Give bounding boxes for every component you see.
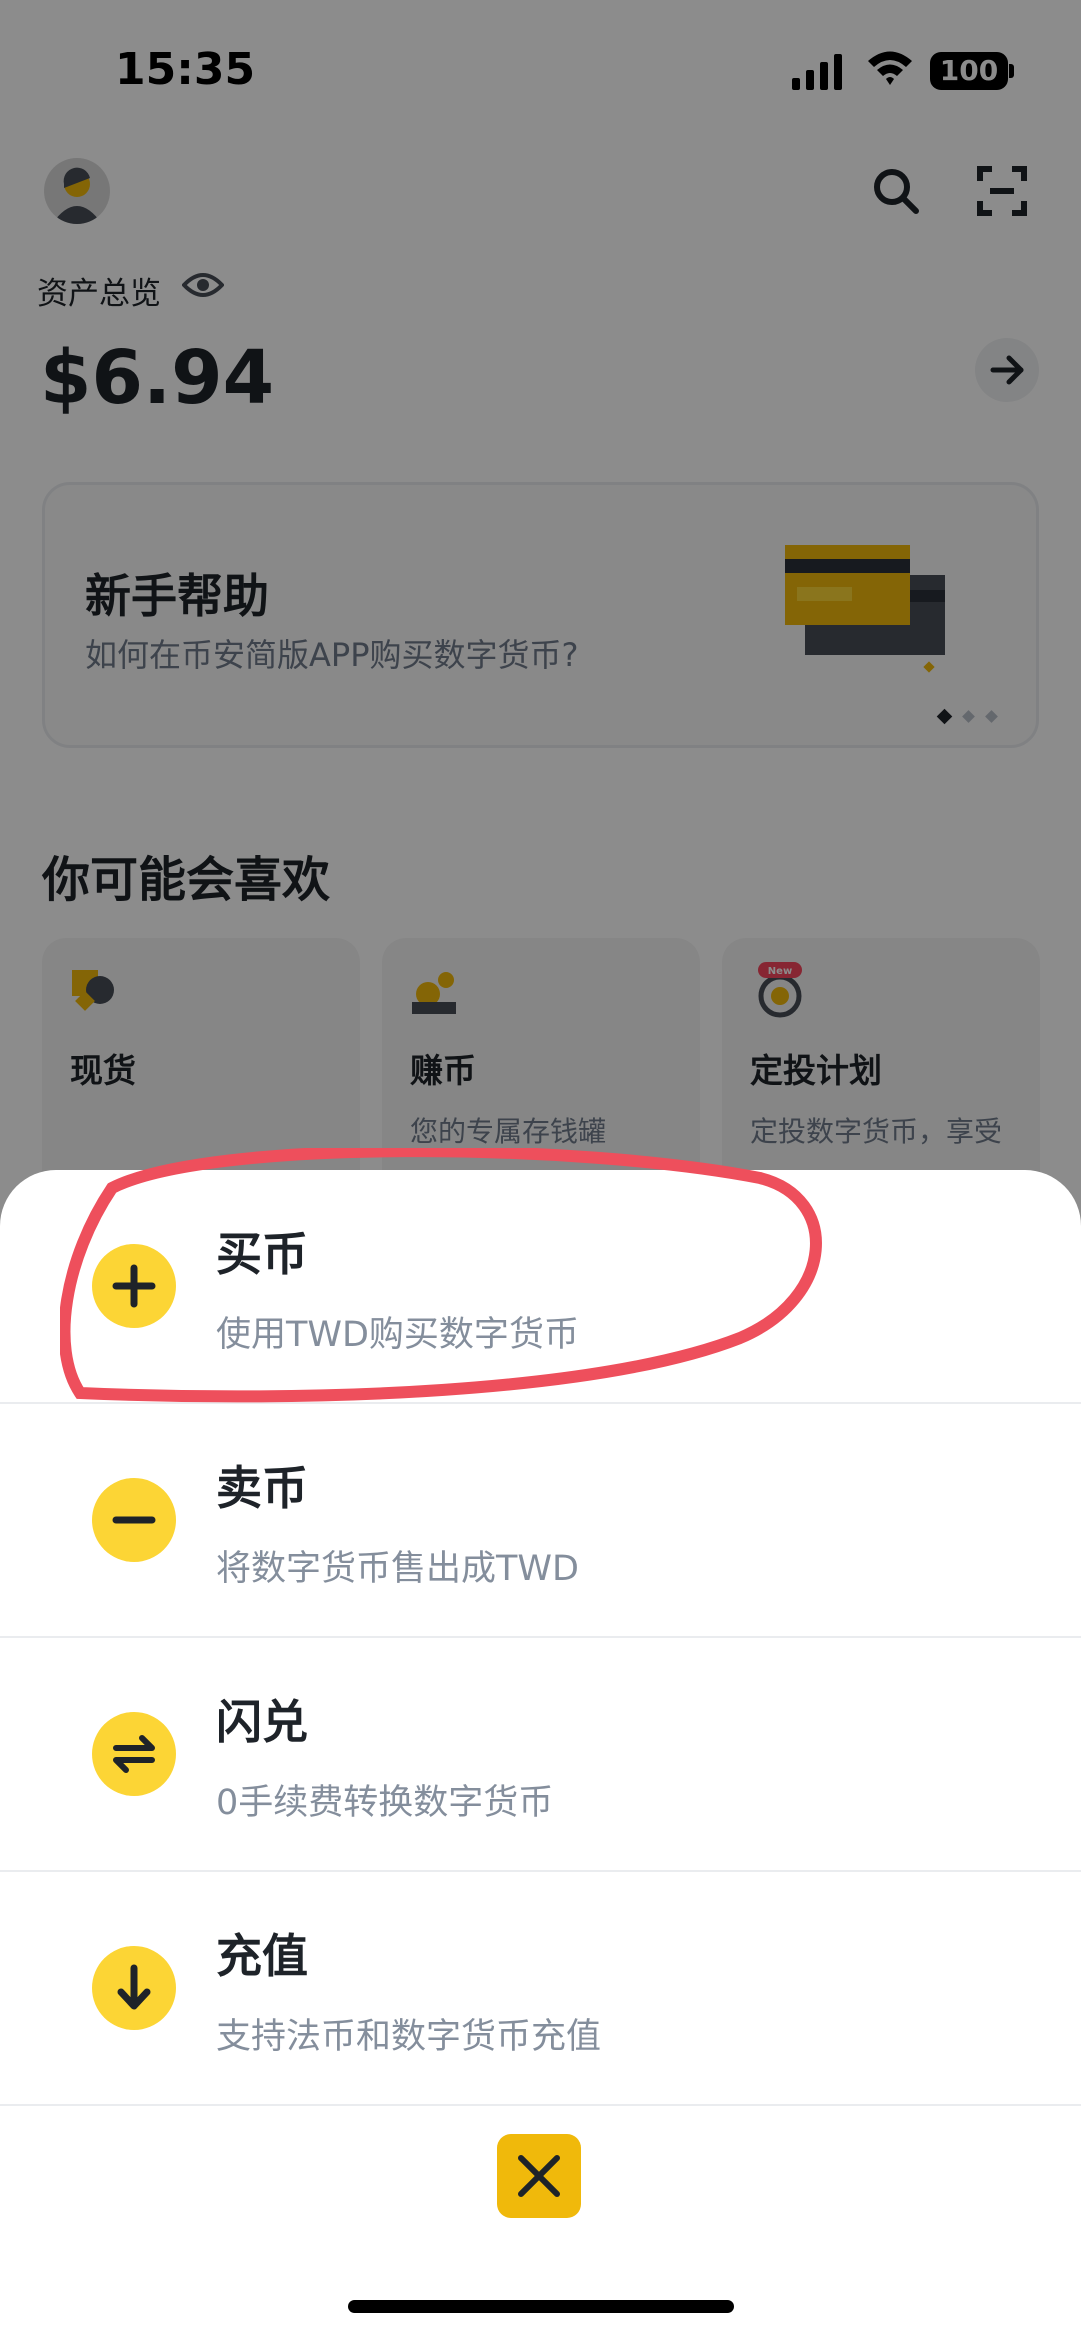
menu-item-buy-crypto[interactable]: 买币 使用TWD购买数字货币	[0, 1170, 1081, 1404]
menu-item-title: 买币	[216, 1227, 308, 1281]
swap-icon	[92, 1712, 176, 1796]
close-button[interactable]	[497, 2134, 581, 2218]
plus-icon	[92, 1244, 176, 1328]
menu-item-convert[interactable]: 闪兑 0手续费转换数字货币	[0, 1638, 1081, 1872]
minus-icon	[92, 1478, 176, 1562]
menu-item-desc: 将数字货币售出成TWD	[216, 1549, 579, 1589]
menu-item-sell-crypto[interactable]: 卖币 将数字货币售出成TWD	[0, 1404, 1081, 1638]
screen: 15:35 100 资产总览 $6.94 新手帮助 如何在币安简版APP购买数字…	[0, 0, 1081, 2339]
menu-item-desc: 使用TWD购买数字货币	[216, 1315, 579, 1355]
menu-item-title: 闪兑	[216, 1695, 308, 1749]
close-icon	[518, 2155, 560, 2197]
menu-item-desc: 支持法币和数字货币充值	[216, 2017, 602, 2057]
menu-item-title: 充值	[216, 1929, 308, 1983]
home-indicator[interactable]	[348, 2300, 734, 2313]
menu-item-desc: 0手续费转换数字货币	[216, 1783, 554, 1823]
arrow-down-icon	[92, 1946, 176, 2030]
menu-item-deposit[interactable]: 充值 支持法币和数字货币充值	[0, 1872, 1081, 2106]
menu-item-title: 卖币	[216, 1461, 308, 1515]
divider	[0, 2104, 1081, 2106]
